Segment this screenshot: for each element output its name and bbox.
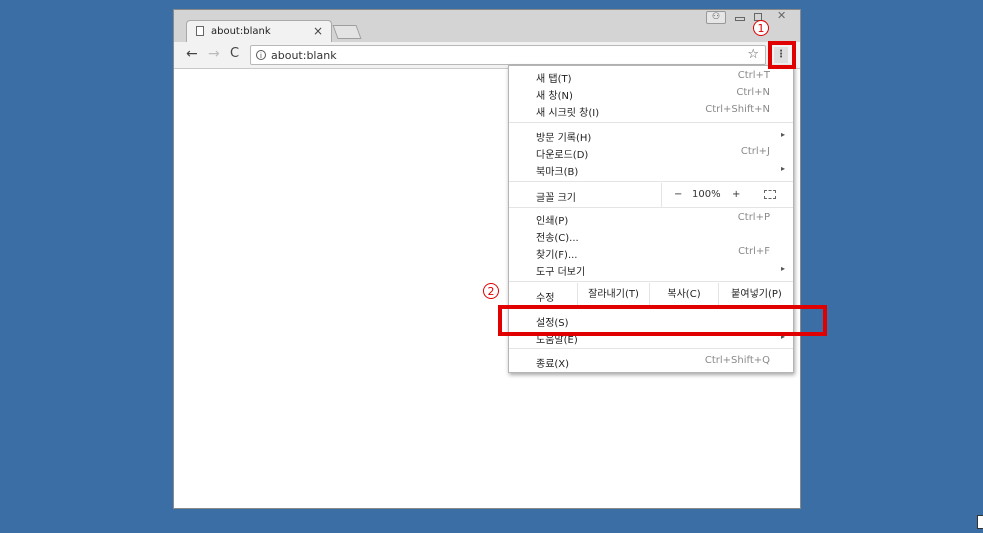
window-close-icon[interactable]: ✕ [777,10,791,22]
menu-item-label: 다운로드(D) [536,150,589,161]
menu-item-label: 방문 기록(H) [536,133,592,144]
zoom-controls: − 100% + [661,183,794,207]
menu-item-label: 찾기(F)... [536,250,578,261]
menu-item-bookmarks[interactable]: 북마크(B) ▸ [509,161,793,178]
menu-button-highlight [768,41,796,69]
menu-item-new-tab[interactable]: 새 탭(T) Ctrl+T [509,68,793,85]
minimize-icon[interactable] [731,11,747,22]
menu-item-label: 새 탭(T) [536,74,572,85]
menu-item-shortcut: Ctrl+P [737,212,770,223]
title-bar: about:blank × ⚇ ✕ [174,10,800,43]
menu-item-label: 북마크(B) [536,167,579,178]
step-one-marker: 1 [753,20,769,36]
menu-item-label: 도구 더보기 [536,267,586,278]
settings-highlight [498,305,827,336]
menu-divider [509,348,793,349]
menu-item-cast[interactable]: 전송(C)... [509,227,793,244]
submenu-arrow-icon: ▸ [780,264,785,273]
menu-item-downloads[interactable]: 다운로드(D) Ctrl+J [509,144,793,161]
edit-row: 수정 잘라내기(T) 복사(C) 붙여넣기(P) [509,283,793,307]
menu-item-print[interactable]: 인쇄(P) Ctrl+P [509,210,793,227]
menu-item-label: 새 시크릿 창(I) [536,108,600,119]
zoom-in-button[interactable]: + [732,189,740,200]
menu-divider [509,207,793,208]
new-tab-button[interactable] [332,25,362,39]
menu-divider [509,181,793,182]
menu-item-shortcut: Ctrl+T [737,70,770,81]
edit-label: 수정 [536,293,555,304]
menu-item-shortcut: Ctrl+Shift+N [705,104,770,115]
paste-button[interactable]: 붙여넣기(P) [718,283,794,307]
menu-item-find[interactable]: 찾기(F)... Ctrl+F [509,244,793,261]
menu-item-label: 인쇄(P) [536,216,569,227]
reload-icon[interactable]: C [230,46,239,62]
fullscreen-icon[interactable] [764,190,776,199]
user-profile-icon[interactable]: ⚇ [706,11,726,24]
submenu-arrow-icon: ▸ [780,164,785,173]
back-arrow-icon[interactable]: ← [186,46,198,62]
menu-item-label: 종료(X) [536,359,570,370]
menu-item-label: 전송(C)... [536,233,579,244]
zoom-label: 글꼴 크기 [536,193,576,204]
address-url: about:blank [271,49,337,62]
menu-item-shortcut: Ctrl+Shift+Q [704,355,770,366]
menu-item-shortcut: Ctrl+F [738,246,770,257]
menu-item-exit[interactable]: 종료(X) Ctrl+Shift+Q [509,353,793,370]
menu-item-shortcut: Ctrl+J [740,146,770,157]
bookmark-star-icon[interactable]: ☆ [747,47,759,62]
copy-button[interactable]: 복사(C) [649,283,718,307]
desktop-corner-icon [977,515,983,529]
document-icon [196,26,204,36]
menu-item-new-window[interactable]: 새 창(N) Ctrl+N [509,85,793,102]
forward-arrow-icon[interactable]: → [208,46,220,62]
submenu-arrow-icon: ▸ [780,130,785,139]
menu-item-more-tools[interactable]: 도구 더보기 ▸ [509,261,793,278]
menu-item-label: 새 창(N) [536,91,573,102]
menu-divider [509,281,793,282]
tab-title: about:blank [211,26,271,37]
menu-divider [509,122,793,123]
menu-item-history[interactable]: 방문 기록(H) ▸ [509,127,793,144]
address-bar[interactable]: i about:blank ☆ [250,45,766,65]
menu-item-new-incognito[interactable]: 새 시크릿 창(I) Ctrl+Shift+N [509,102,793,119]
tab-about-blank[interactable]: about:blank × [186,20,332,43]
zoom-level: 100% [692,189,721,200]
cut-button[interactable]: 잘라내기(T) [577,283,649,307]
menu-item-shortcut: Ctrl+N [736,87,770,98]
info-icon[interactable]: i [256,50,266,60]
zoom-out-button[interactable]: − [674,189,682,200]
step-two-marker: 2 [483,283,499,299]
zoom-row: 글꼴 크기 − 100% + [509,183,793,207]
tab-close-icon[interactable]: × [313,24,323,38]
